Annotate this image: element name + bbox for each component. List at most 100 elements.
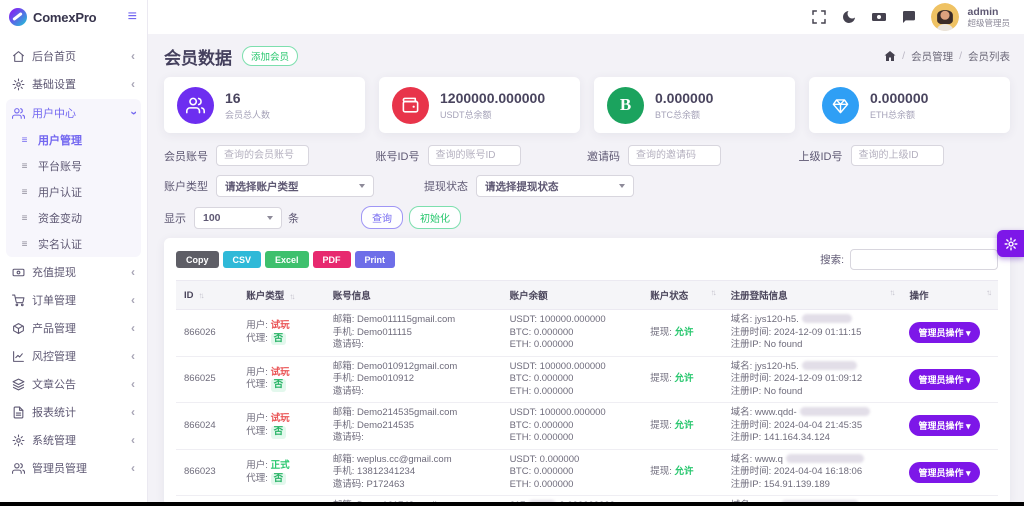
home-icon: [12, 50, 25, 63]
export-print-button[interactable]: Print: [355, 251, 396, 268]
reset-button[interactable]: 初始化: [409, 206, 461, 229]
sidebar-item-reports[interactable]: 报表统计 ‹: [6, 398, 141, 426]
export-excel-button[interactable]: Excel: [265, 251, 309, 268]
table-search: 搜索:: [820, 249, 998, 270]
sort-icon[interactable]: ↑↓: [289, 292, 293, 301]
sidebar-item-products[interactable]: 产品管理 ‹: [6, 314, 141, 342]
query-button[interactable]: 查询: [361, 206, 403, 229]
page-size-select[interactable]: 100: [194, 207, 282, 229]
cell-action: 管理员操作 ▾: [901, 449, 998, 496]
list-icon: ≡: [18, 213, 31, 224]
theme-settings-button[interactable]: [997, 230, 1024, 257]
sidebar-item-system[interactable]: 系统管理 ‹: [6, 426, 141, 454]
admin-action-button[interactable]: 管理员操作 ▾: [909, 415, 979, 436]
cell-action: 管理员操作 ▾: [901, 356, 998, 403]
user-meta[interactable]: admin 超级管理员: [967, 6, 1010, 29]
list-icon: ≡: [18, 161, 31, 172]
admin-action-button[interactable]: 管理员操作 ▾: [909, 322, 979, 343]
search-input[interactable]: [850, 249, 998, 270]
chevron-left-icon: ‹: [131, 50, 135, 62]
chevron-left-icon: ‹: [131, 462, 135, 474]
chevron-left-icon: ‹: [131, 322, 135, 334]
stat-label: USDT总余额: [440, 108, 545, 121]
banknote-icon: [12, 266, 25, 279]
withdraw-badge: 允许: [675, 373, 694, 384]
cell-balance: USDT: 0.000000 BTC: 0.000000 ETH: 0.0000…: [502, 449, 643, 496]
admin-app: ComexPro ≡ 后台首页 ‹ 基础设置 ‹ 用户中心 ‹: [0, 0, 1024, 502]
chat-icon[interactable]: [901, 9, 917, 25]
sort-icon[interactable]: ↑↓: [889, 288, 893, 297]
export-csv-button[interactable]: CSV: [223, 251, 262, 268]
agent-badge: 否: [271, 333, 287, 346]
sidebar-item-deposit-withdraw[interactable]: 充值提现 ‹: [6, 258, 141, 286]
parent-id-input[interactable]: [851, 145, 944, 166]
table-row: 866024 用户: 试玩 代理: 否 邮箱: Demo214535gmail.…: [176, 403, 998, 450]
chevron-down-icon: [267, 216, 273, 220]
sidebar-item-label: 管理员管理: [32, 460, 124, 476]
col-id: ID↑↓: [176, 281, 238, 310]
export-pdf-button[interactable]: PDF: [313, 251, 351, 268]
chevron-left-icon: ‹: [131, 266, 135, 278]
sidebar-item-platform-accounts[interactable]: ≡ 平台账号: [6, 153, 141, 179]
sidebar-item-fund-changes[interactable]: ≡ 资金变动: [6, 205, 141, 231]
box-icon: [12, 322, 25, 335]
user-avatar[interactable]: [931, 3, 959, 31]
sort-icon[interactable]: ↑↓: [711, 288, 715, 297]
gear-icon: [1004, 237, 1018, 251]
sidebar-item-user-verification[interactable]: ≡ 用户认证: [6, 179, 141, 205]
sidebar-item-risk-control[interactable]: 风控管理 ‹: [6, 342, 141, 370]
export-copy-button[interactable]: Copy: [176, 251, 219, 268]
invite-code-input[interactable]: [628, 145, 721, 166]
stat-label: ETH总余额: [870, 108, 928, 121]
fullscreen-icon[interactable]: [811, 9, 827, 25]
chevron-left-icon: ‹: [131, 294, 135, 306]
caret-down-icon: ▾: [966, 468, 971, 478]
account-type-select[interactable]: 请选择账户类型: [216, 175, 374, 197]
breadcrumb-separator: /: [959, 50, 962, 62]
hamburger-menu-icon[interactable]: ≡: [128, 9, 137, 25]
admin-action-button[interactable]: 管理员操作 ▾: [909, 369, 979, 390]
sidebar-item-user-management[interactable]: ≡ 用户管理: [6, 127, 141, 153]
withdraw-status-select[interactable]: 请选择提现状态: [476, 175, 634, 197]
sidebar-item-settings[interactable]: 基础设置 ‹: [6, 70, 141, 98]
sidebar-item-dashboard[interactable]: 后台首页 ‹: [6, 42, 141, 70]
users-icon: [12, 107, 25, 120]
sidebar-item-orders[interactable]: 订单管理 ‹: [6, 286, 141, 314]
sidebar-item-admins[interactable]: 管理员管理 ‹: [6, 454, 141, 482]
sort-icon[interactable]: ↑↓: [199, 291, 203, 300]
redacted-domain: [802, 361, 857, 370]
sidebar-item-label: 资金变动: [38, 210, 135, 226]
sidebar-item-label: 实名认证: [38, 236, 135, 252]
stat-value: 16: [225, 90, 270, 106]
sidebar-item-label: 系统管理: [32, 432, 124, 448]
topbar: admin 超级管理员: [148, 0, 1024, 34]
sidebar-item-announcements[interactable]: 文章公告 ‹: [6, 370, 141, 398]
chevron-down-icon: ‹: [127, 111, 139, 115]
breadcrumb-current[interactable]: 会员列表: [968, 49, 1010, 64]
account-id-input[interactable]: [428, 145, 521, 166]
caret-down-icon: ▾: [966, 328, 971, 338]
user-type-badge: 正式: [271, 460, 290, 471]
cell-id: 866023: [176, 449, 238, 496]
sidebar-menu: 后台首页 ‹ 基础设置 ‹ 用户中心 ‹ ≡ 用户管理: [0, 34, 147, 482]
chevron-left-icon: ‹: [131, 78, 135, 90]
moon-icon[interactable]: [841, 9, 857, 25]
members-table: ID↑↓ 账户类型↑↓ 账号信息 账户余额 账户状态↑↓ 注册登陆信息↑↓ 操作…: [176, 280, 998, 502]
redacted-domain: [800, 407, 870, 416]
col-action: 操作↑↓: [901, 281, 998, 310]
admin-action-button[interactable]: 管理员操作 ▾: [909, 462, 979, 483]
add-member-button[interactable]: 添加会员: [242, 46, 298, 66]
member-account-input[interactable]: [216, 145, 309, 166]
sidebar-item-label: 文章公告: [32, 376, 124, 392]
cell-balance: 6170.000000000 BTC: 0.000000 ETH: 0.0000…: [502, 496, 643, 502]
sidebar-item-user-center[interactable]: 用户中心 ‹: [6, 99, 141, 127]
layers-icon: [12, 378, 25, 391]
breadcrumb-home-icon[interactable]: [884, 50, 896, 62]
sidebar-item-realname-verification[interactable]: ≡ 实名认证: [6, 231, 141, 257]
sort-icon[interactable]: ↑↓: [986, 288, 990, 297]
cash-icon[interactable]: [871, 9, 887, 25]
breadcrumb-section[interactable]: 会员管理: [911, 49, 953, 64]
filter-row-2: 账户类型 请选择账户类型 提现状态 请选择提现状态: [164, 175, 1010, 197]
chevron-left-icon: ‹: [131, 350, 135, 362]
table-row: 866023 用户: 正式 代理: 否 邮箱: weplus.cc@gmail.…: [176, 449, 998, 496]
